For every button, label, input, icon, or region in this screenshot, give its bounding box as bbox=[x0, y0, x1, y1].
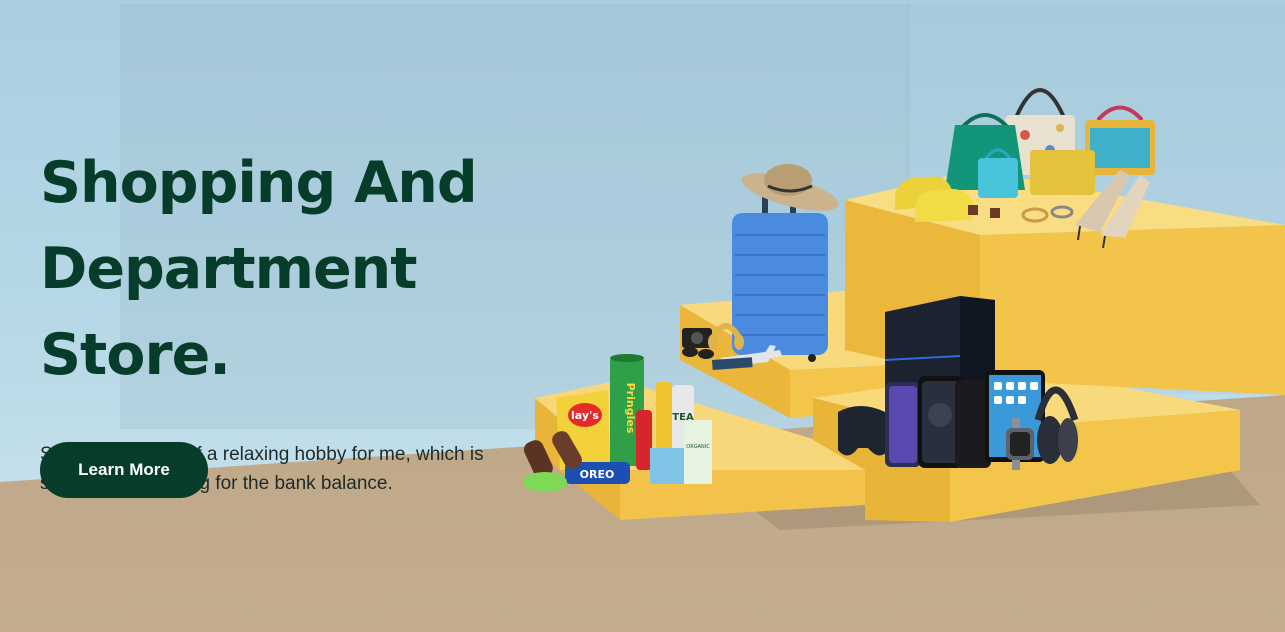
title-line-2: Department Store. bbox=[40, 236, 417, 388]
game-console-icon bbox=[884, 296, 995, 390]
organic-label: ORGANIC bbox=[686, 444, 710, 450]
smartphone-icon bbox=[885, 376, 991, 468]
suitcase-icon bbox=[732, 190, 828, 362]
title-line-1: Shopping And bbox=[40, 150, 478, 216]
camera-icon bbox=[682, 328, 712, 348]
page-title: Shopping And Department Store. bbox=[40, 140, 620, 398]
learn-more-button[interactable]: Learn More bbox=[40, 442, 208, 498]
hero-section: Pringles lay's TEA ORGANIC OREO Shopping… bbox=[0, 0, 1285, 632]
pringles-label: Pringles bbox=[624, 383, 637, 434]
